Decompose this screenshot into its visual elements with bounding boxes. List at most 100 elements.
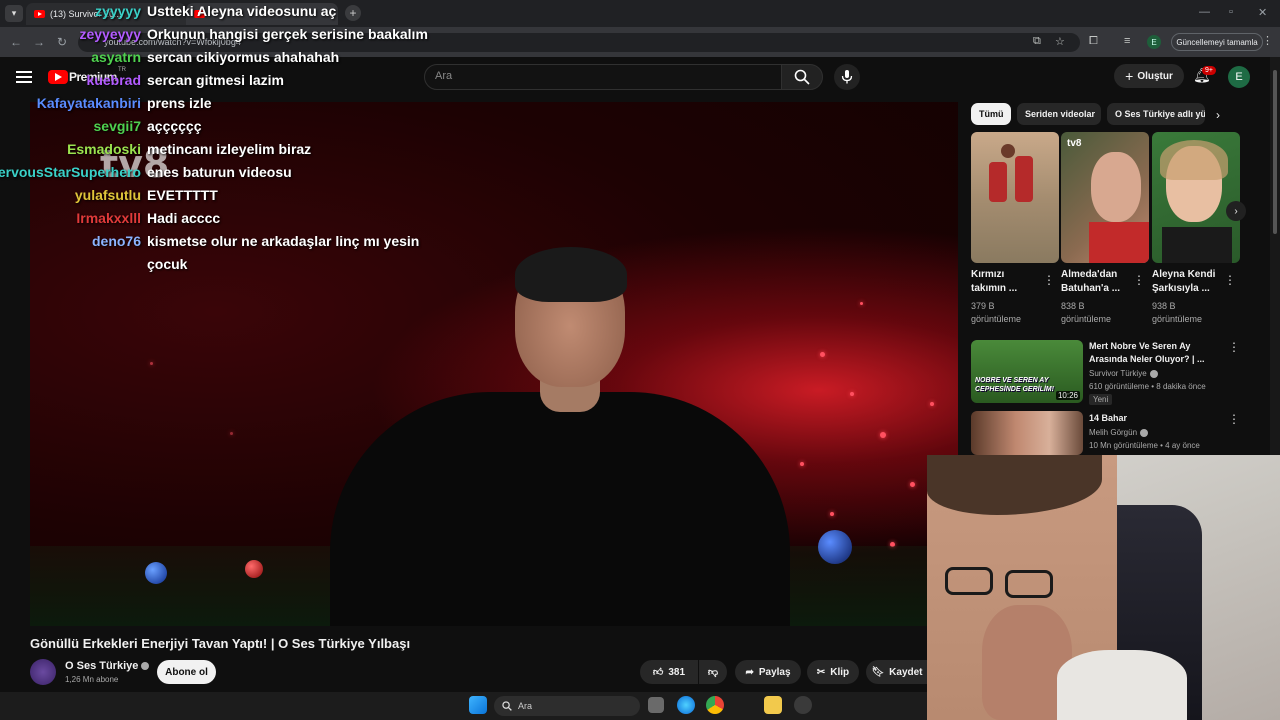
verified-icon (141, 662, 150, 671)
more-options-icon[interactable]: ⋮ (1228, 412, 1240, 426)
search-input[interactable] (424, 64, 782, 90)
more-options-icon[interactable]: ⋮ (1043, 273, 1055, 287)
file-explorer-icon[interactable] (764, 696, 782, 714)
chat-username: Irmakxxlll (76, 210, 141, 226)
rec-video-title[interactable]: Mert Nobre Ve Seren Ay Arasında Neler Ol… (1089, 340, 1219, 366)
chat-message: deno76 kismetse olur ne arkadaşlar linç m… (0, 233, 430, 256)
chrome-browser-icon[interactable] (706, 696, 724, 714)
chat-username: asyatrn (91, 49, 141, 65)
cast-icon[interactable]: ⧉ (1033, 35, 1041, 48)
like-button[interactable]: 👍︎ 381 (640, 660, 698, 684)
garland-left (30, 546, 370, 626)
edge-browser-icon[interactable] (677, 696, 695, 714)
save-button[interactable]: 🔖︎ Kaydet (866, 660, 928, 684)
chat-text: enes baturun videosu (147, 164, 292, 180)
taskbar-search[interactable]: Ara (494, 696, 640, 716)
chat-text: Orkunun hangisi gerçek serisine baakalım (147, 26, 428, 42)
video-title: Gönüllü Erkekleri Enerjiyi Tavan Yaptı! … (30, 636, 411, 651)
subscribe-button[interactable]: Abone ol (157, 660, 216, 684)
host-body (330, 392, 790, 626)
extensions-icon[interactable]: ⧠ (1089, 35, 1098, 48)
chat-message: çocuk (0, 256, 430, 279)
rec-channel[interactable]: Melih Görgün (1089, 428, 1149, 437)
chat-text: çocuk (147, 256, 188, 272)
chat-username: Kafayatakanbiri (36, 95, 141, 111)
chevron-right-icon[interactable]: › (1216, 108, 1220, 122)
search-button[interactable] (781, 64, 823, 90)
chat-text: Hadi acccc (147, 210, 221, 226)
hoodie (1057, 650, 1187, 720)
dislike-button[interactable]: 👎︎ (699, 660, 727, 684)
rec-channel[interactable]: Survivor Türkiye (1089, 369, 1158, 378)
more-options-icon[interactable]: ⋮ (1228, 340, 1240, 354)
save-playlist-icon: 🔖︎ (871, 666, 885, 678)
short-views: 938 B görüntüleme (1152, 301, 1203, 324)
short-thumbnail[interactable] (1152, 132, 1240, 263)
short-thumbnail[interactable] (971, 132, 1059, 263)
rec-channel-text: Melih Görgün (1089, 428, 1138, 437)
short-title[interactable]: Aleyna Kendi Şarkısıyla ... (1152, 268, 1222, 296)
scissors-icon: ✂ (816, 666, 826, 678)
chip-series[interactable]: Seriden videolar (1017, 103, 1101, 125)
chip-all[interactable]: Tümü (971, 103, 1011, 125)
chat-username: sevgii7 (93, 118, 141, 134)
channel-avatar[interactable] (30, 659, 56, 685)
like-count: 381 (668, 666, 686, 678)
shorts-next-button[interactable]: › (1226, 201, 1246, 221)
page-scrollbar-thumb[interactable] (1273, 70, 1277, 234)
rec-channel-text: Survivor Türkiye (1089, 369, 1147, 378)
search-icon (794, 69, 810, 85)
chat-message: Kafayatakanbiri prens izle (0, 95, 430, 118)
create-button[interactable]: + Oluştur (1114, 64, 1184, 88)
chat-message: Irmakxxlll Hadi acccc (0, 210, 430, 233)
browser-profile-avatar[interactable]: E (1147, 35, 1161, 49)
chat-message: sevgii7 açççççç (0, 118, 430, 141)
taskbar-search-placeholder: Ara (518, 701, 533, 711)
verified-icon (1140, 428, 1149, 437)
close-icon[interactable]: ✕ (1258, 6, 1267, 19)
short-views: 379 B görüntüleme (971, 301, 1022, 324)
browser-menu-icon[interactable]: ⋮ (1262, 34, 1273, 47)
media-controls-icon[interactable]: ≡ (1124, 35, 1130, 47)
chat-text: sercan gitmesi lazim (147, 72, 284, 88)
video-thumbnail[interactable] (971, 411, 1083, 455)
task-view-icon[interactable] (648, 697, 664, 713)
short-title[interactable]: Almeda'dan Batuhan'a ... (1061, 268, 1131, 296)
video-thumbnail[interactable]: NOBRE VE SEREN AY CEPHESİNDE GERİLİM! 10… (971, 340, 1083, 403)
glasses-left (945, 567, 993, 595)
share-button[interactable]: ➦ Paylaş (735, 660, 801, 684)
voice-search-button[interactable] (834, 64, 860, 90)
account-avatar[interactable]: E (1228, 66, 1250, 88)
windows-start-icon[interactable] (469, 696, 487, 714)
chat-username: Esmadoski (67, 141, 141, 157)
plus-icon: + (1125, 68, 1134, 84)
chat-text: sercan cikiyormus ahahahah (147, 49, 340, 65)
search-placeholder: Ara (435, 70, 453, 82)
glasses-right (1005, 570, 1053, 598)
more-options-icon[interactable]: ⋮ (1133, 273, 1145, 287)
chat-username: zyyyyy (95, 3, 141, 19)
maximize-icon[interactable]: ▫ (1229, 6, 1233, 18)
subscriber-count: 1,26 Mn abone (65, 675, 119, 684)
search-icon (502, 701, 512, 711)
short-views: 838 B görüntüleme (1061, 301, 1112, 324)
clip-button[interactable]: ✂ Klip (807, 660, 859, 684)
save-label: Kaydet (889, 666, 923, 678)
short-thumbnail[interactable]: tv8 (1061, 132, 1149, 263)
channel-name[interactable]: O Ses Türkiye (65, 660, 150, 672)
rec-meta: 610 görüntüleme • 8 dakika önce (1089, 382, 1206, 391)
more-options-icon[interactable]: ⋮ (1224, 273, 1236, 287)
chat-message: yulafsutlu EVETTTTT (0, 187, 430, 210)
rec-video-title[interactable]: 14 Bahar (1089, 412, 1219, 425)
short-title[interactable]: Kırmızı takımın ... (971, 268, 1041, 296)
chat-message: zyyyyy Ustteki Aleyna videosunu aç (0, 3, 430, 26)
chat-message: Esmadoski metincanı izleyelim biraz (0, 141, 430, 164)
windows-taskbar (0, 692, 927, 720)
chat-message: kuebrad sercan gitmesi lazim (0, 72, 430, 95)
update-button[interactable]: Güncellemeyi tamamla (1171, 33, 1263, 51)
chip-uploader[interactable]: O Ses Türkiye adlı yükleyiciden (1107, 103, 1205, 125)
minimize-icon[interactable]: — (1199, 6, 1210, 18)
bookmark-star-icon[interactable]: ☆ (1055, 35, 1065, 48)
verified-icon (1149, 369, 1158, 378)
app-icon[interactable] (794, 696, 812, 714)
